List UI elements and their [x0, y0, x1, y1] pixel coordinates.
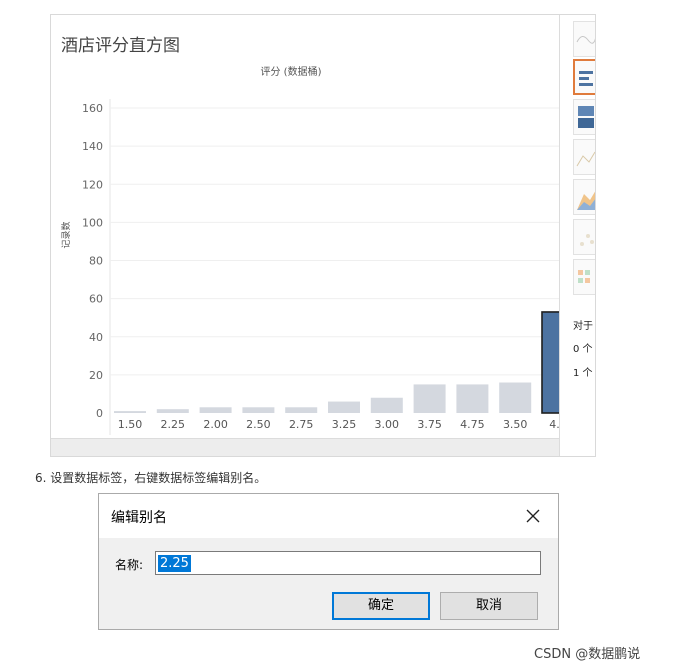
histogram-bar[interactable] [199, 407, 232, 413]
y-tick-label: 140 [82, 140, 103, 153]
histogram-bar[interactable] [370, 397, 403, 413]
y-tick-label: 80 [89, 255, 103, 268]
histogram-bar[interactable] [328, 401, 360, 413]
name-field-label: 名称: [115, 558, 144, 572]
panel-text-zero: 0 个 [573, 344, 593, 355]
x-tick-label[interactable]: 4.75 [460, 418, 485, 431]
close-icon[interactable] [519, 502, 547, 530]
panel-text-for: 对于 [573, 321, 593, 332]
y-tick-label: 20 [89, 369, 103, 382]
histogram-bar[interactable] [456, 384, 489, 413]
x-tick-label[interactable]: 1.50 [118, 418, 143, 431]
instruction-text: 6. 设置数据标签，右键数据标签编辑别名。 [35, 471, 267, 485]
y-tick-label: 120 [82, 178, 103, 191]
x-tick-label[interactable]: 2.25 [161, 418, 186, 431]
y-tick-label: 100 [82, 216, 103, 229]
name-input-value: 2.25 [158, 555, 191, 572]
name-input[interactable]: 2.25 [155, 551, 541, 575]
show-me-panel: 对于 0 个 1 个 [573, 15, 595, 456]
edit-alias-dialog: 编辑别名 名称: 2.25 确定 取消 [98, 493, 559, 630]
x-tick-label[interactable]: 3.00 [375, 418, 400, 431]
dialog-title: 编辑别名 [111, 510, 167, 526]
histogram-bar[interactable] [499, 382, 532, 414]
histogram-bar[interactable] [541, 311, 559, 414]
panel-divider [559, 15, 560, 456]
y-tick-label: 0 [96, 407, 103, 420]
chart-type-thumb-lines[interactable] [573, 139, 595, 175]
panel-text-one: 1 个 [573, 368, 593, 379]
histogram-chart: 0 20 40 60 80 100 120 140 160 记录数 1.50 2.25 2.00 2.50… [60, 99, 559, 435]
chart-type-thumb-scatter[interactable] [573, 219, 595, 255]
dialog-titlebar: 编辑别名 [99, 494, 558, 538]
histogram-bar[interactable] [285, 407, 318, 413]
chart-type-thumb-bars[interactable] [573, 59, 595, 95]
chart-type-thumb-stacked[interactable] [573, 99, 595, 135]
x-tick-label[interactable]: 3.75 [417, 418, 442, 431]
x-tick-label[interactable]: 2.75 [289, 418, 314, 431]
ok-button[interactable]: 确定 [332, 592, 430, 620]
histogram-bar[interactable] [242, 407, 275, 413]
x-tick-label[interactable]: 2.00 [203, 418, 228, 431]
chart-type-thumb-area[interactable] [573, 179, 595, 215]
x-tick-label[interactable]: 3.25 [332, 418, 357, 431]
x-tick-label[interactable]: 2.50 [246, 418, 271, 431]
watermark: CSDN @数据鹏说 [534, 647, 641, 662]
y-tick-label: 160 [82, 102, 103, 115]
histogram-bar[interactable] [156, 409, 189, 413]
y-axis-title: 记录数 [60, 221, 72, 248]
chart-screenshot: 酒店评分直方图 评分 (数据桶) 0 20 40 60 80 100 120 140 160 记录… [50, 14, 596, 457]
x-tick-label[interactable]: 3.50 [503, 418, 528, 431]
histogram-bar[interactable] [413, 384, 446, 413]
cancel-button[interactable]: 取消 [440, 592, 538, 620]
chart-type-thumb-map[interactable] [573, 21, 595, 57]
x-tick-label[interactable]: 4.0 [549, 418, 559, 431]
y-tick-label: 40 [89, 331, 103, 344]
horizontal-scrollbar[interactable] [51, 438, 559, 456]
y-tick-label: 60 [89, 293, 103, 306]
chart-type-thumb-heat[interactable] [573, 259, 595, 295]
histogram-bar[interactable] [114, 411, 146, 413]
